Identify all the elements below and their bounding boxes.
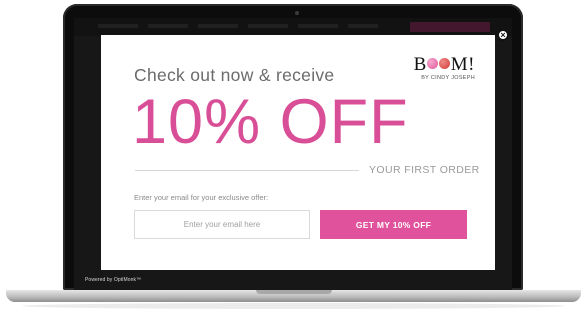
divider-line: [135, 170, 359, 171]
laptop-shadow: [22, 303, 565, 309]
logo-wordmark: B M!: [407, 55, 475, 74]
discount-popup: B M! BY CINDY JOSEPH Check out now & rece…: [101, 35, 495, 270]
get-discount-button[interactable]: GET MY 10% OFF: [320, 210, 467, 239]
close-icon[interactable]: ×: [497, 29, 509, 41]
logo-o-red-icon: [439, 58, 451, 69]
logo-o-pink-icon: [427, 58, 439, 69]
offer-subtitle: YOUR FIRST ORDER: [369, 164, 480, 176]
powered-by-text[interactable]: Powered by OptiMonk™: [85, 277, 141, 283]
logo-tagline: BY CINDY JOSEPH: [421, 75, 475, 81]
logo-letter-b: B: [413, 54, 427, 75]
offer-title: 10% OFF: [132, 87, 409, 157]
email-input[interactable]: [134, 210, 310, 239]
brand-logo: B M! BY CINDY JOSEPH: [407, 55, 475, 81]
webcam-dot: [295, 11, 299, 15]
popup-headline: Check out now & receive: [134, 65, 335, 85]
logo-letters-m-bang: M!: [450, 54, 475, 75]
laptop-base-notch: [256, 290, 332, 294]
email-prompt-label: Enter your email for your exclusive offe…: [134, 193, 269, 202]
